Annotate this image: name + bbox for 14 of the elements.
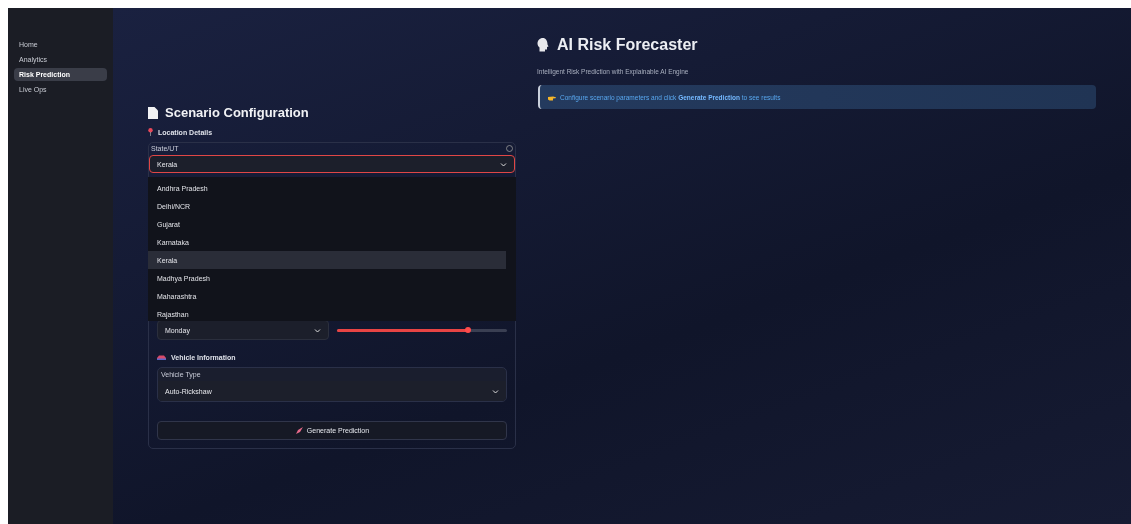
chevron-down-icon — [314, 327, 321, 333]
pin-icon — [148, 128, 153, 136]
chevron-down-icon — [492, 388, 499, 394]
slider-fill[interactable] — [337, 328, 468, 332]
help-icon — [506, 145, 513, 152]
app-title: AI Risk Forecaster — [557, 36, 698, 54]
slider-track[interactable] — [337, 328, 507, 332]
car-icon — [157, 355, 166, 360]
slider-thumb[interactable] — [464, 327, 471, 333]
chevron-down-icon — [500, 161, 507, 167]
rocket-icon — [294, 426, 303, 435]
section-title: Scenario Configuration — [165, 105, 309, 120]
head-icon — [537, 38, 549, 52]
document-icon — [148, 106, 158, 119]
